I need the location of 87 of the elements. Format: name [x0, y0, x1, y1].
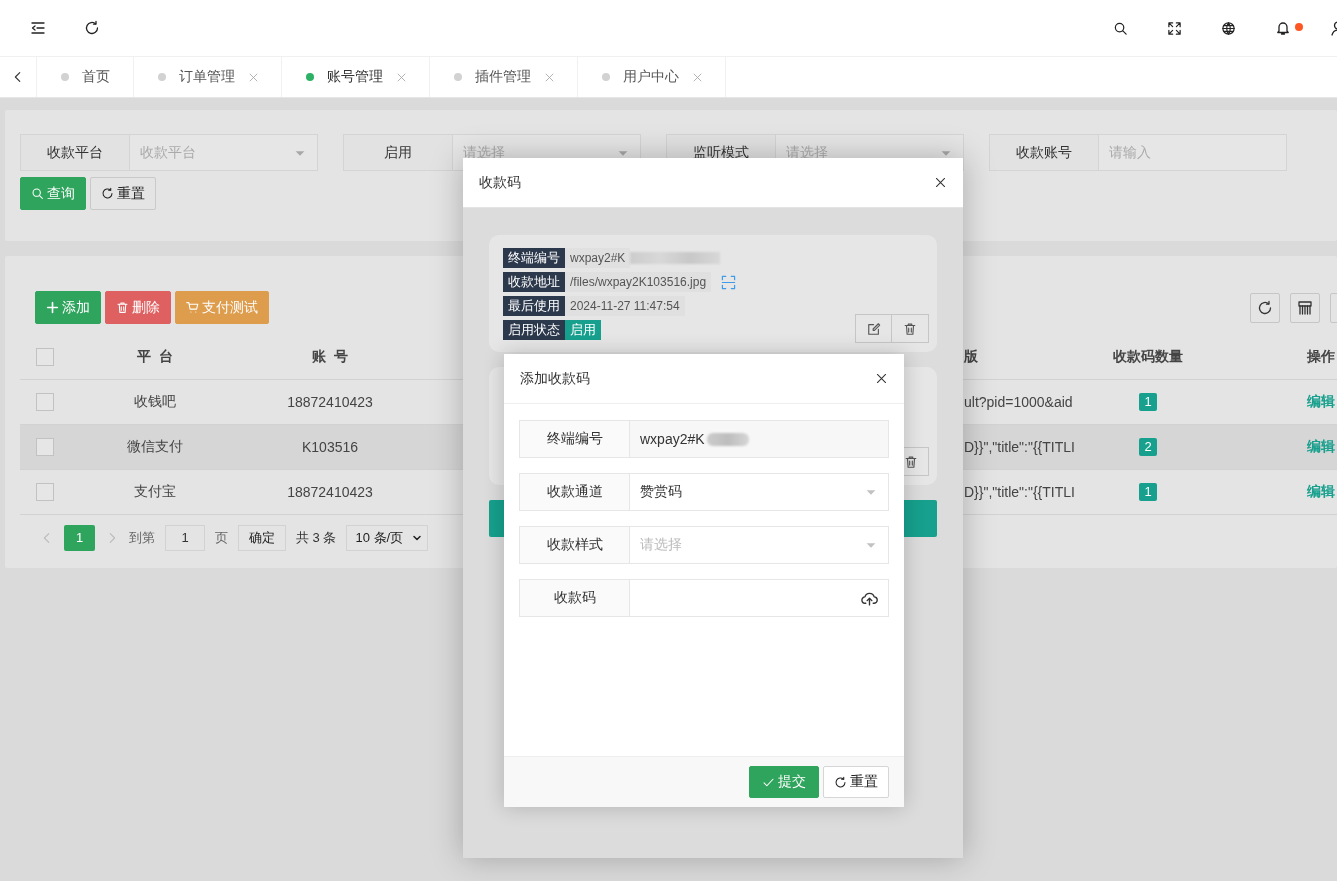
- row-checkbox[interactable]: [36, 393, 54, 411]
- tab-label: 用户中心: [623, 68, 679, 86]
- table-cell-text: K103516: [300, 439, 360, 455]
- count-badge: 1: [1139, 393, 1157, 411]
- page-button[interactable]: 1: [64, 524, 95, 551]
- search-icon[interactable]: [1113, 20, 1128, 36]
- table-cell-text: D}}","title":"{{TITLI: [963, 439, 1076, 455]
- field-tag: 收款地址: [503, 272, 565, 292]
- submit-button[interactable]: 提交: [749, 766, 819, 798]
- goto-label: 到第: [129, 528, 155, 547]
- tab-label: 账号管理: [327, 68, 383, 86]
- row-checkbox[interactable]: [36, 483, 54, 501]
- search-button[interactable]: 查询: [20, 177, 86, 210]
- select-value: 10 条/页: [355, 528, 404, 547]
- delete-button[interactable]: 删除: [105, 291, 171, 324]
- reset-button[interactable]: 重置: [823, 766, 889, 798]
- dialog-title: 收款码: [479, 173, 521, 192]
- page-input[interactable]: 1: [165, 524, 205, 551]
- edit-link[interactable]: 编辑: [1307, 393, 1335, 409]
- row-checkbox[interactable]: [36, 438, 54, 456]
- total-count: 共 3 条: [296, 528, 337, 547]
- table-cell-text: 微信支付: [126, 438, 184, 456]
- dialog-title: 添加收款码: [520, 369, 590, 388]
- table-cell-text: 收钱吧: [133, 393, 177, 411]
- edit-button[interactable]: [855, 314, 892, 343]
- status-dot: [454, 73, 462, 81]
- column-header: 平台: [136, 348, 182, 366]
- page-unit-label: 页: [215, 528, 228, 547]
- column-header: 账号: [311, 348, 357, 366]
- tab[interactable]: 插件管理: [430, 57, 578, 97]
- columns-button[interactable]: [1290, 292, 1320, 323]
- close-icon[interactable]: [934, 176, 947, 189]
- refresh-icon: [101, 187, 114, 200]
- status-dot: [602, 73, 610, 81]
- column-header: 版: [963, 348, 979, 366]
- bell-icon[interactable]: [1275, 20, 1291, 36]
- count-badge: 1: [1139, 483, 1157, 501]
- reset-button[interactable]: 重置: [90, 177, 156, 210]
- count-badge: 2: [1139, 438, 1157, 456]
- pay-test-button[interactable]: 支付测试: [175, 291, 269, 324]
- edit-link[interactable]: 编辑: [1307, 438, 1335, 454]
- globe-icon[interactable]: [1221, 20, 1236, 36]
- field-value: 2024-11-27 11:47:54: [565, 296, 685, 316]
- trash-icon: [116, 301, 129, 314]
- status-dot: [61, 73, 69, 81]
- delete-button[interactable]: [892, 314, 929, 343]
- add-button[interactable]: 添加: [35, 291, 101, 324]
- status-tag: 启用: [565, 320, 601, 340]
- field-tag: 最后使用: [503, 296, 565, 316]
- page-size-select[interactable]: 10 条/页: [346, 524, 429, 551]
- column-header: 操作: [1306, 348, 1336, 366]
- field-value: wxpay2#K: [565, 248, 631, 268]
- plus-icon: [46, 301, 59, 314]
- tab[interactable]: 账号管理: [282, 57, 430, 97]
- tab[interactable]: 用户中心: [578, 57, 726, 97]
- refresh-button[interactable]: [1250, 292, 1280, 323]
- status-dot: [158, 73, 166, 81]
- refresh-icon: [1257, 299, 1273, 316]
- columns-icon: [1297, 299, 1313, 316]
- search-icon: [31, 187, 44, 200]
- fullscreen-icon[interactable]: [1167, 20, 1182, 36]
- table-cell-text: 支付宝: [133, 483, 177, 501]
- edit-link[interactable]: 编辑: [1307, 483, 1335, 499]
- refresh-icon: [834, 775, 847, 789]
- menu-icon[interactable]: [30, 20, 46, 36]
- trash-icon: [903, 454, 918, 469]
- edit-icon: [866, 321, 881, 336]
- confirm-button[interactable]: 确定: [238, 524, 286, 551]
- field-tag: 终端编号: [503, 248, 565, 268]
- cart-icon: [186, 301, 199, 314]
- field-tag: 启用状态: [503, 320, 565, 340]
- tab-label: 订单管理: [179, 68, 235, 86]
- column-header: 收款码数量: [1112, 348, 1184, 366]
- refresh-icon[interactable]: [84, 20, 100, 36]
- table-cell-text: ult?pid=1000&aid: [963, 394, 1074, 410]
- tab[interactable]: 首页: [37, 57, 134, 97]
- table-cell-text: D}}","title":"{{TITLI: [963, 484, 1076, 500]
- tab-label: 插件管理: [475, 68, 531, 86]
- trash-icon: [903, 321, 917, 336]
- tab[interactable]: 订单管理: [134, 57, 282, 97]
- select-all-checkbox[interactable]: [36, 348, 54, 366]
- status-dot: [306, 73, 314, 81]
- table-cell-text: 18872410423: [286, 394, 374, 410]
- field-value: /files/wxpay2K103516.jpg: [565, 272, 712, 292]
- table-cell-text: 18872410423: [286, 484, 374, 500]
- close-icon[interactable]: [875, 372, 888, 385]
- tab-label: 首页: [82, 68, 110, 86]
